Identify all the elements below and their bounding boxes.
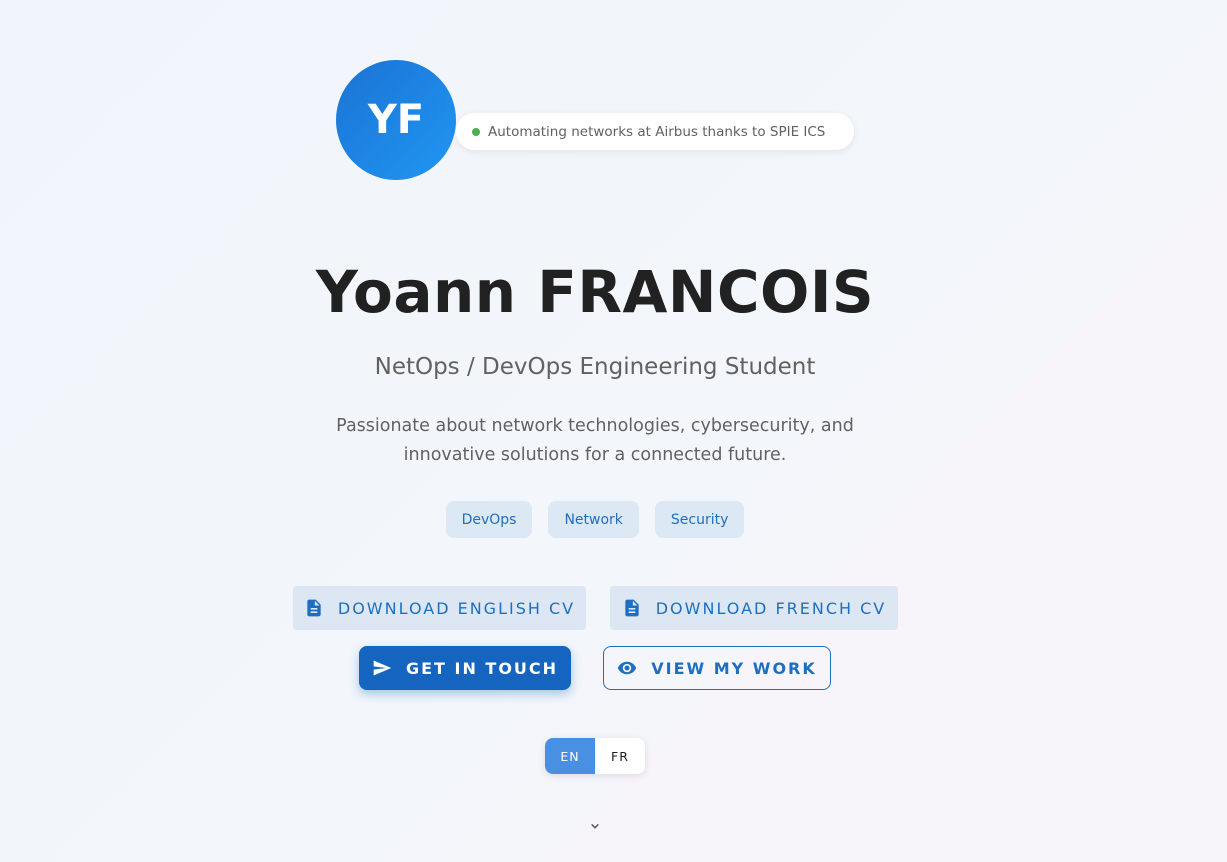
page-subtitle: NetOps / DevOps Engineering Student <box>374 354 816 380</box>
language-option-fr[interactable]: FR <box>595 738 645 774</box>
chevron-down-icon[interactable] <box>587 818 603 834</box>
status-badge: Automating networks at Airbus thanks to … <box>456 113 854 150</box>
tag-security: Security <box>654 501 745 538</box>
avatar: YF <box>336 60 456 180</box>
language-option-en[interactable]: EN <box>545 738 595 774</box>
view-my-work-label: VIEW MY WORK <box>651 658 817 678</box>
eye-icon <box>618 661 637 675</box>
avatar-initials: YF <box>367 97 425 143</box>
document-icon <box>625 599 639 617</box>
hero-section: YF Automating networks at Airbus thanks … <box>0 0 1190 862</box>
document-icon <box>307 599 321 617</box>
download-english-cv-button[interactable]: DOWNLOAD ENGLISH CV <box>293 586 586 630</box>
skill-tags: DevOps Network Security <box>0 501 1190 538</box>
view-my-work-button[interactable]: VIEW MY WORK <box>603 646 831 690</box>
tag-devops: DevOps <box>445 501 533 538</box>
page-title: Yoann FRANCOIS <box>315 258 875 326</box>
status-dot-icon <box>472 127 480 136</box>
tag-network: Network <box>548 501 639 538</box>
get-in-touch-label: GET IN TOUCH <box>405 658 559 678</box>
hero-description: Passionate about network technologies, c… <box>336 416 854 465</box>
language-toggle: EN FR <box>545 738 645 774</box>
get-in-touch-button[interactable]: GET IN TOUCH <box>359 646 571 690</box>
send-icon <box>373 660 392 676</box>
download-french-cv-label: DOWNLOAD FRENCH CV <box>655 598 887 618</box>
download-english-cv-label: DOWNLOAD ENGLISH CV <box>337 598 576 618</box>
status-text: Automating networks at Airbus thanks to … <box>488 123 826 140</box>
download-french-cv-button[interactable]: DOWNLOAD FRENCH CV <box>610 586 898 630</box>
